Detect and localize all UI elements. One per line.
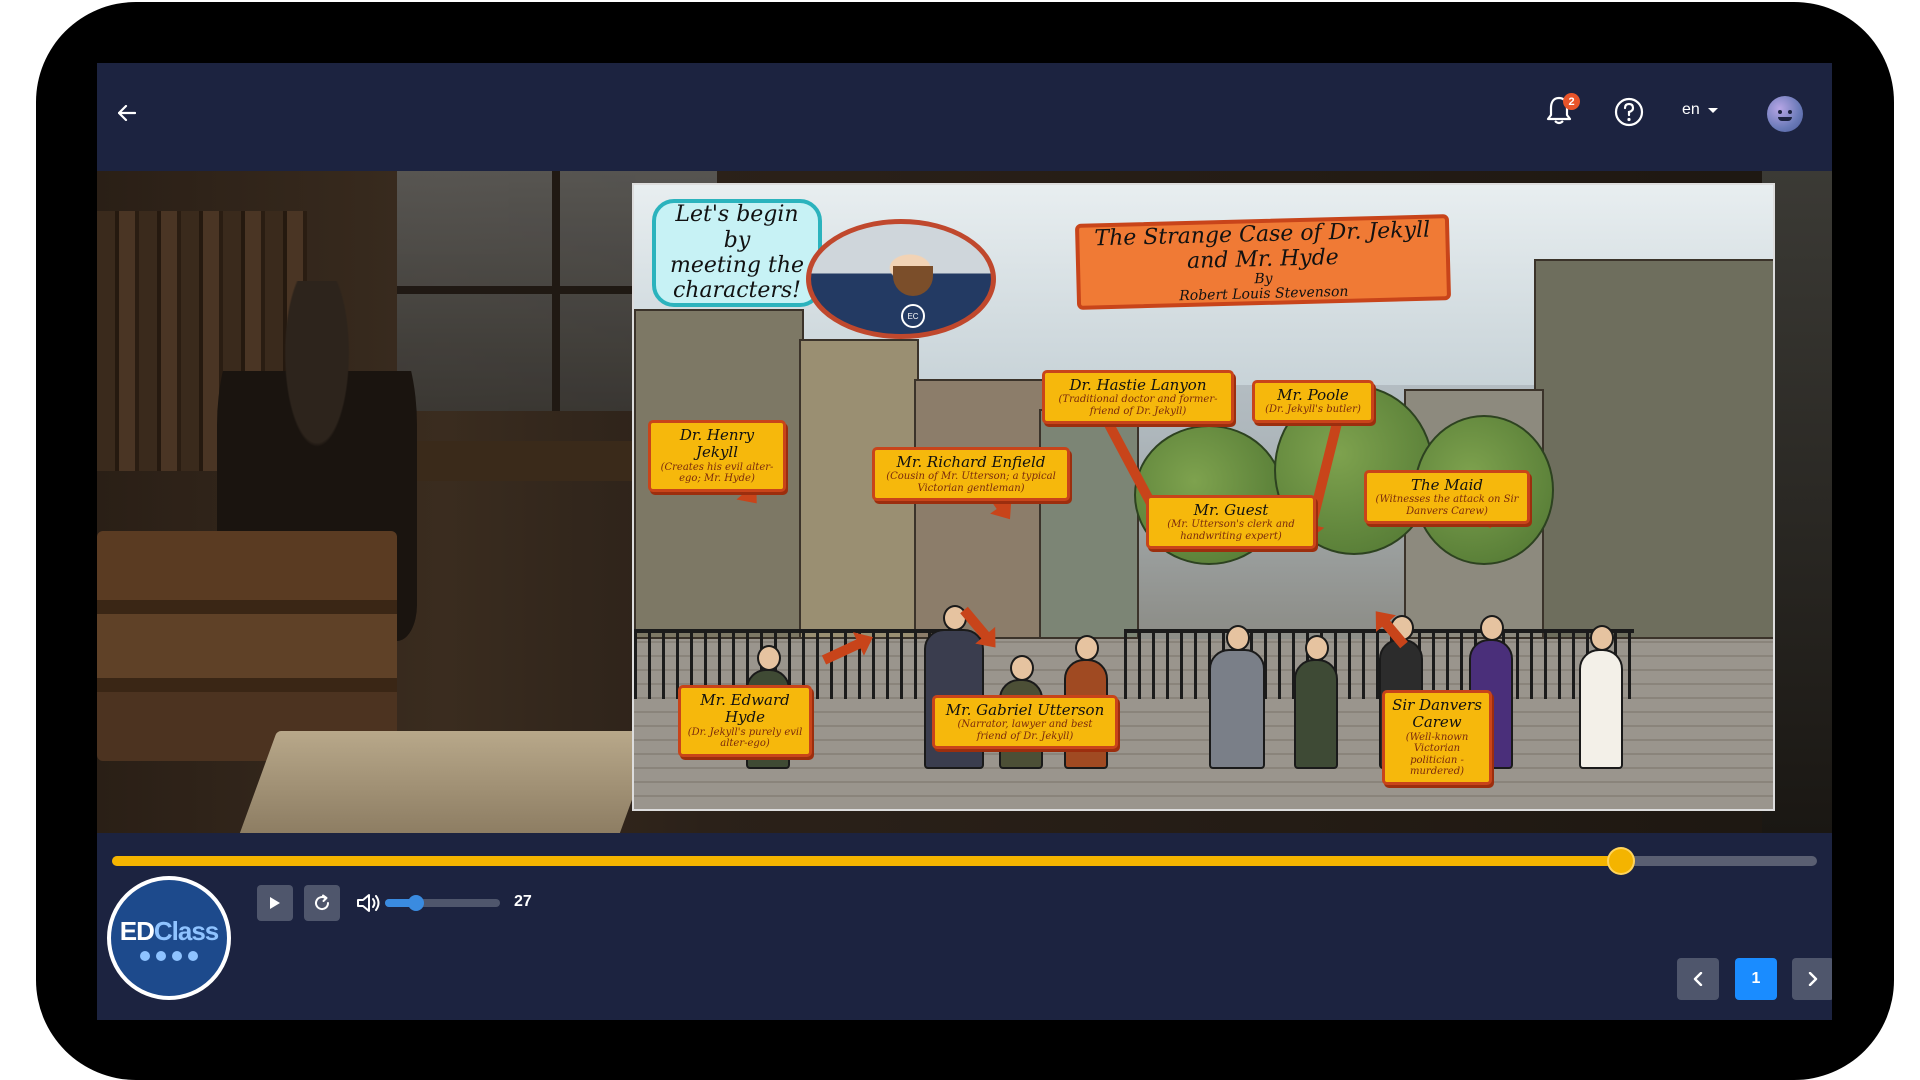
help-button[interactable] bbox=[1612, 95, 1648, 131]
background-books bbox=[97, 531, 397, 761]
character-label: Dr. Hastie Lanyon (Traditional doctor an… bbox=[1042, 370, 1234, 425]
slide-title: The Strange Case of Dr. Jekyll and Mr. H… bbox=[1094, 217, 1431, 274]
user-avatar[interactable] bbox=[1767, 96, 1803, 132]
figure-head bbox=[1226, 625, 1250, 651]
avatar-eye bbox=[1778, 110, 1782, 114]
app-screen: 2 en Let's begin by meeting the characte… bbox=[97, 63, 1832, 1020]
avatar-eye bbox=[1788, 110, 1792, 114]
character-label: The Maid (Witnesses the attack on Sir Da… bbox=[1364, 470, 1530, 525]
lesson-stage: Let's begin by meeting the characters! E… bbox=[97, 171, 1832, 841]
edclass-logo: EDClass bbox=[107, 876, 231, 1000]
slide-author: Robert Louis Stevenson bbox=[1179, 283, 1349, 305]
volume-value: 27 bbox=[514, 893, 532, 910]
volume-slider[interactable] bbox=[385, 895, 500, 911]
character-description: (Dr. Jekyll's purely evil alter-ego) bbox=[687, 726, 803, 750]
chevron-right-icon bbox=[1808, 972, 1818, 986]
slide-title-banner: The Strange Case of Dr. Jekyll and Mr. H… bbox=[1074, 214, 1452, 310]
restart-icon bbox=[315, 894, 330, 911]
lesson-slide: Let's begin by meeting the characters! E… bbox=[632, 183, 1775, 811]
character-description: (Narrator, lawyer and best friend of Dr.… bbox=[957, 719, 1093, 742]
character-label: Mr. Gabriel Utterson (Narrator, lawyer a… bbox=[932, 695, 1118, 750]
logo-class: Class bbox=[153, 915, 219, 946]
host-hoodie-logo: EC bbox=[901, 304, 925, 328]
character-name: Dr. Henry Jekyll bbox=[679, 426, 755, 462]
language-label: en bbox=[1682, 101, 1700, 118]
notification-count-badge: 2 bbox=[1563, 93, 1580, 110]
character-label: Mr. Poole (Dr. Jekyll's butler) bbox=[1252, 380, 1374, 423]
speech-text: Let's begin by meeting the characters! bbox=[669, 202, 805, 304]
character-name: Mr. Richard Enfield bbox=[896, 453, 1046, 471]
character-name: Mr. Edward Hyde bbox=[700, 691, 790, 727]
character-name: Dr. Hastie Lanyon bbox=[1069, 376, 1207, 394]
logo-people-icon bbox=[140, 950, 198, 961]
volume-icon[interactable] bbox=[355, 891, 383, 915]
logo-ed: ED bbox=[119, 915, 155, 946]
character-description: (Witnesses the attack on Sir Danvers Car… bbox=[1375, 494, 1519, 517]
back-button[interactable] bbox=[107, 93, 147, 133]
figure-head bbox=[757, 645, 781, 671]
play-button[interactable] bbox=[257, 885, 293, 921]
character-name: Mr. Guest bbox=[1193, 501, 1269, 519]
top-bar: 2 en bbox=[97, 63, 1832, 171]
character-description: (Well-known Victorian politician - murde… bbox=[1405, 731, 1469, 778]
slide-character-figure bbox=[1209, 625, 1265, 769]
figure-head bbox=[1480, 615, 1504, 641]
character-description: (Creates his evil alter-ego; Mr. Hyde) bbox=[660, 461, 774, 485]
character-label: Sir Danvers Carew (Well-known Victorian … bbox=[1382, 690, 1492, 785]
progress-thumb[interactable] bbox=[1608, 849, 1633, 873]
character-name: Mr. Poole bbox=[1277, 386, 1349, 404]
volume-thumb[interactable] bbox=[408, 895, 425, 911]
speech-bubble: Let's begin by meeting the characters! bbox=[652, 199, 822, 307]
character-description: (Traditional doctor and former-friend of… bbox=[1058, 394, 1218, 417]
host-portrait: EC bbox=[806, 219, 996, 339]
character-name: The Maid bbox=[1410, 476, 1483, 494]
slide-building bbox=[914, 379, 1044, 639]
host-beard bbox=[893, 266, 933, 296]
current-page-button[interactable]: 1 bbox=[1735, 958, 1777, 1000]
notifications-button[interactable]: 2 bbox=[1542, 93, 1582, 133]
chevron-left-icon bbox=[1693, 972, 1703, 986]
back-arrow-icon bbox=[118, 105, 136, 121]
edclass-logo-text: EDClass bbox=[119, 915, 220, 947]
background-open-book bbox=[236, 731, 658, 841]
character-label: Mr. Richard Enfield (Cousin of Mr. Utter… bbox=[872, 447, 1070, 502]
player-controls: EDClass 27 1 bbox=[97, 833, 1832, 1020]
figure-head bbox=[1590, 625, 1614, 651]
character-label: Mr. Guest (Mr. Utterson's clerk and hand… bbox=[1146, 495, 1316, 550]
slide-character-figure bbox=[1579, 625, 1623, 769]
character-description: (Dr. Jekyll's butler) bbox=[1265, 404, 1361, 416]
avatar-mouth bbox=[1778, 117, 1792, 121]
figure-head bbox=[1075, 635, 1099, 661]
chevron-down-icon bbox=[1707, 107, 1718, 113]
figure-head bbox=[1305, 635, 1329, 661]
progress-slider[interactable] bbox=[112, 849, 1817, 873]
restart-button[interactable] bbox=[304, 885, 340, 921]
slide-character-figure bbox=[1294, 635, 1338, 769]
character-description: (Mr. Utterson's clerk and handwriting ex… bbox=[1167, 519, 1295, 542]
progress-fill bbox=[112, 856, 1621, 866]
character-label: Mr. Edward Hyde (Dr. Jekyll's purely evi… bbox=[678, 685, 812, 757]
character-description: (Cousin of Mr. Utterson; a typical Victo… bbox=[886, 471, 1056, 494]
character-label: Dr. Henry Jekyll (Creates his evil alter… bbox=[648, 420, 786, 492]
help-icon bbox=[1614, 97, 1644, 127]
play-icon bbox=[270, 897, 280, 909]
next-page-button[interactable] bbox=[1792, 958, 1832, 1000]
figure-head bbox=[1010, 655, 1034, 681]
slide-building bbox=[1534, 259, 1773, 639]
prev-page-button[interactable] bbox=[1677, 958, 1719, 1000]
language-select[interactable]: en bbox=[1682, 101, 1718, 119]
character-name: Mr. Gabriel Utterson bbox=[945, 701, 1105, 719]
character-name: Sir Danvers Carew bbox=[1392, 696, 1482, 732]
